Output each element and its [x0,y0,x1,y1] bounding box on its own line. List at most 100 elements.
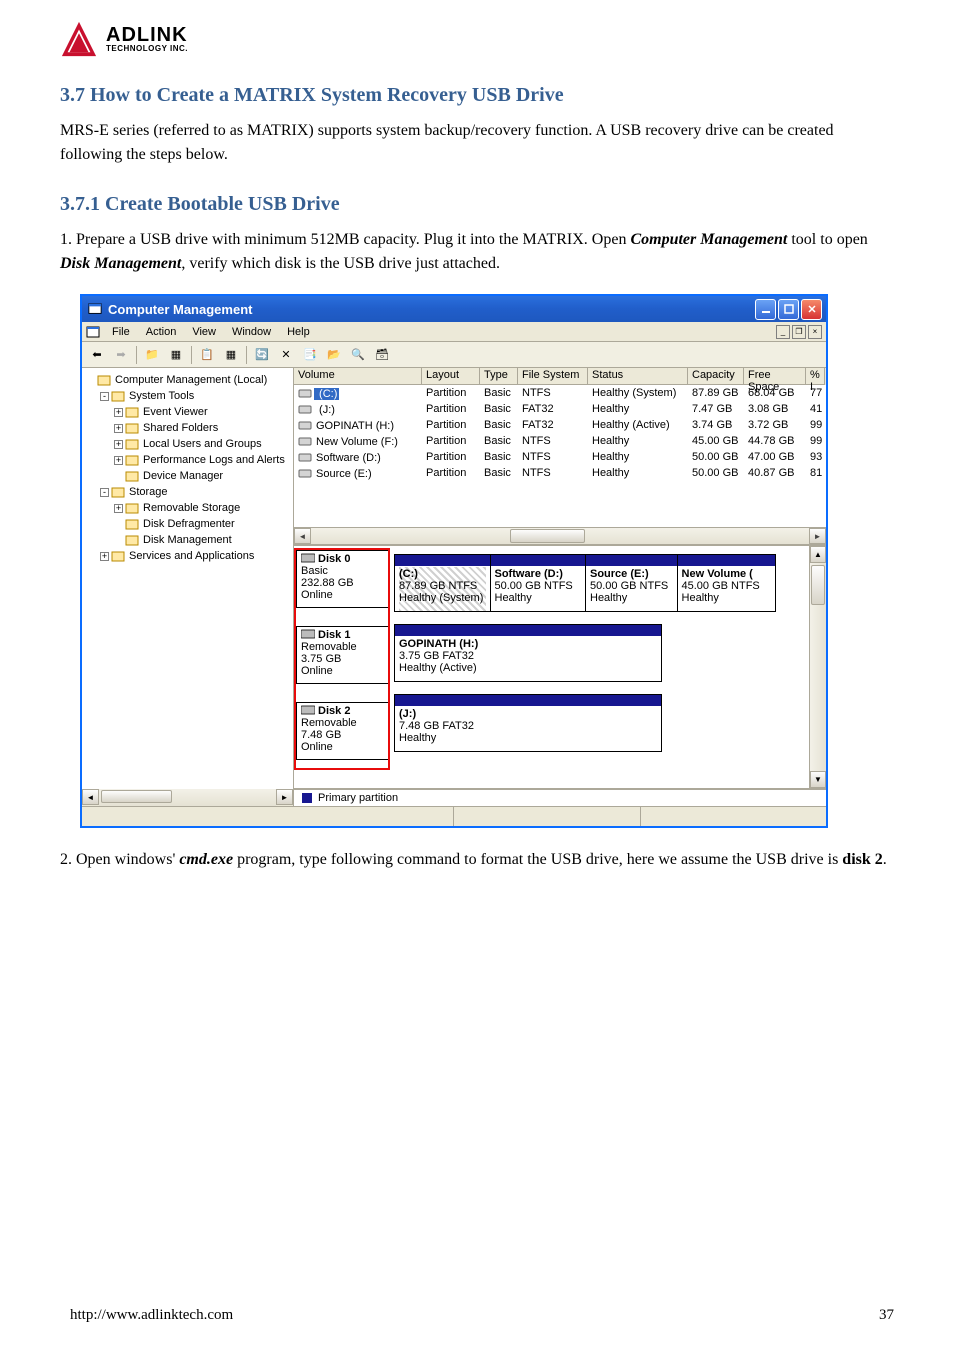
disk-info-block[interactable]: Disk 2Removable7.48 GBOnline [296,702,390,760]
volume-row[interactable]: (C:)PartitionBasicNTFSHealthy (System)87… [294,385,826,401]
mdi-close-button[interactable]: × [808,325,822,339]
tree-hscroll[interactable]: ◄ ► [82,789,293,806]
volume-row[interactable]: Source (E:)PartitionBasicNTFSHealthy50.0… [294,465,826,481]
minimize-button[interactable] [755,299,776,320]
vol-scroll-right-button[interactable]: ► [809,528,826,544]
col-filesystem[interactable]: File System [518,368,588,385]
col-type[interactable]: Type [480,368,518,385]
tree-item[interactable]: +Event Viewer [84,404,291,420]
menu-window[interactable]: Window [224,324,279,340]
logo-name: ADLINK [106,25,188,45]
mdi-restore-button[interactable]: ❐ [792,325,806,339]
tree-item[interactable]: Device Manager [84,468,291,484]
delete-button[interactable]: ✕ [275,344,297,366]
col-volume[interactable]: Volume [294,368,422,385]
partition-status: Healthy [399,732,657,744]
action3-button[interactable]: 🔍 [347,344,369,366]
volume-fs: FAT32 [518,419,588,431]
view-button[interactable]: ▦ [220,344,242,366]
expand-icon[interactable]: + [114,456,123,465]
expand-icon[interactable]: + [114,408,123,417]
volume-hscroll[interactable]: ◄ ► [294,527,826,544]
expand-icon[interactable]: - [100,392,109,401]
tree-item[interactable]: -System Tools [84,388,291,404]
vol-scroll-left-button[interactable]: ◄ [294,528,311,544]
step2-cmd: cmd.exe [179,851,233,868]
step2-prefix: 2. Open windows' [60,851,179,868]
tree-item[interactable]: +Performance Logs and Alerts [84,452,291,468]
expand-icon[interactable]: + [114,424,123,433]
tree-label: Services and Applications [129,549,254,564]
disk-vscroll[interactable]: ▲ ▼ [809,546,826,788]
volume-row[interactable]: GOPINATH (H:)PartitionBasicFAT32Healthy … [294,417,826,433]
titlebar[interactable]: Computer Management [82,296,826,322]
volume-row[interactable]: Software (D:)PartitionBasicNTFSHealthy50… [294,449,826,465]
partition-cell[interactable]: GOPINATH (H:)3.75 GB FAT32Healthy (Activ… [395,625,661,681]
action2-button[interactable]: 📂 [323,344,345,366]
col-layout[interactable]: Layout [422,368,480,385]
properties-button[interactable]: 📋 [196,344,218,366]
col-pctfree[interactable]: % I [806,368,825,385]
tree-item[interactable]: -Storage [84,484,291,500]
disk-vscroll-thumb[interactable] [811,565,825,605]
partition-name: New Volume ( [682,568,771,580]
volume-row[interactable]: New Volume (F:)PartitionBasicNTFSHealthy… [294,433,826,449]
tree-item[interactable]: +Removable Storage [84,500,291,516]
partition-cell[interactable]: (J:)7.48 GB FAT32Healthy [395,695,661,751]
refresh-button[interactable]: 🔄 [251,344,273,366]
mdi-minimize-button[interactable]: _ [776,325,790,339]
tree-item[interactable]: +Local Users and Groups [84,436,291,452]
expand-icon[interactable]: + [114,440,123,449]
col-freespace[interactable]: Free Space [744,368,806,385]
maximize-button[interactable] [778,299,799,320]
menu-action[interactable]: Action [138,324,185,340]
volume-row[interactable]: (J:)PartitionBasicFAT32Healthy7.47 GB3.0… [294,401,826,417]
tree-hscroll-thumb[interactable] [101,790,172,803]
menu-view[interactable]: View [184,324,224,340]
footer: http://www.adlinktech.com 37 [70,1307,894,1324]
menu-help[interactable]: Help [279,324,318,340]
tree-item[interactable]: Disk Management [84,532,291,548]
back-button[interactable]: ⬅ [86,344,108,366]
volume-list[interactable]: Volume Layout Type File System Status Ca… [294,368,826,544]
tree-pane[interactable]: Computer Management (Local)-System Tools… [82,368,294,806]
volume-capacity: 50.00 GB [688,451,744,463]
toolbar: ⬅ ➡ 📁 ▦ 📋 ▦ 🔄 ✕ 📑 📂 🔍 🗃 [82,342,826,368]
disk-state: Online [301,741,385,753]
action1-button[interactable]: 📑 [299,344,321,366]
menu-file[interactable]: File [104,324,138,340]
disk-scroll-down-button[interactable]: ▼ [810,771,826,788]
partition-name: Source (E:) [590,568,673,580]
step-2: 2. Open windows' cmd.exe program, type f… [60,848,894,872]
disk-scroll-up-button[interactable]: ▲ [810,546,826,563]
show-hide-button[interactable]: ▦ [165,344,187,366]
col-status[interactable]: Status [588,368,688,385]
partition-size: 45.00 GB NTFS [682,580,771,592]
partition-bar[interactable]: GOPINATH (H:)3.75 GB FAT32Healthy (Activ… [394,624,662,682]
up-button[interactable]: 📁 [141,344,163,366]
tree-item[interactable]: Disk Defragmenter [84,516,291,532]
disk-info-block[interactable]: Disk 0Basic232.88 GBOnline [296,550,390,608]
expand-icon[interactable]: + [100,552,109,561]
tree-item[interactable]: + Services and Applications [84,548,291,564]
disk-info-block[interactable]: Disk 1Removable3.75 GBOnline [296,626,390,684]
expand-icon[interactable]: - [100,488,109,497]
action4-button[interactable]: 🗃 [371,344,393,366]
partition-cell[interactable]: Source (E:)50.00 GB NTFSHealthy [586,555,678,611]
partition-cell[interactable]: Software (D:)50.00 GB NTFSHealthy [491,555,587,611]
forward-button[interactable]: ➡ [110,344,132,366]
tree-item[interactable]: Computer Management (Local) [84,372,291,388]
partition-cell[interactable]: (C:)87.89 GB NTFSHealthy (System) [395,555,491,611]
tree-item[interactable]: +Shared Folders [84,420,291,436]
col-capacity[interactable]: Capacity [688,368,744,385]
disk-graphical-view[interactable]: Disk 0Basic232.88 GBOnline Disk 1Removab… [294,544,826,788]
scroll-left-button[interactable]: ◄ [82,789,99,805]
partition-bar[interactable]: (J:)7.48 GB FAT32Healthy [394,694,662,752]
partition-cell[interactable]: New Volume (45.00 GB NTFSHealthy [678,555,775,611]
volume-name: Software (D:) [314,452,383,464]
close-button[interactable] [801,299,822,320]
expand-icon[interactable]: + [114,504,123,513]
scroll-right-button[interactable]: ► [276,789,293,805]
partition-bar[interactable]: (C:)87.89 GB NTFSHealthy (System)Softwar… [394,554,776,612]
vol-hscroll-thumb[interactable] [510,529,585,543]
